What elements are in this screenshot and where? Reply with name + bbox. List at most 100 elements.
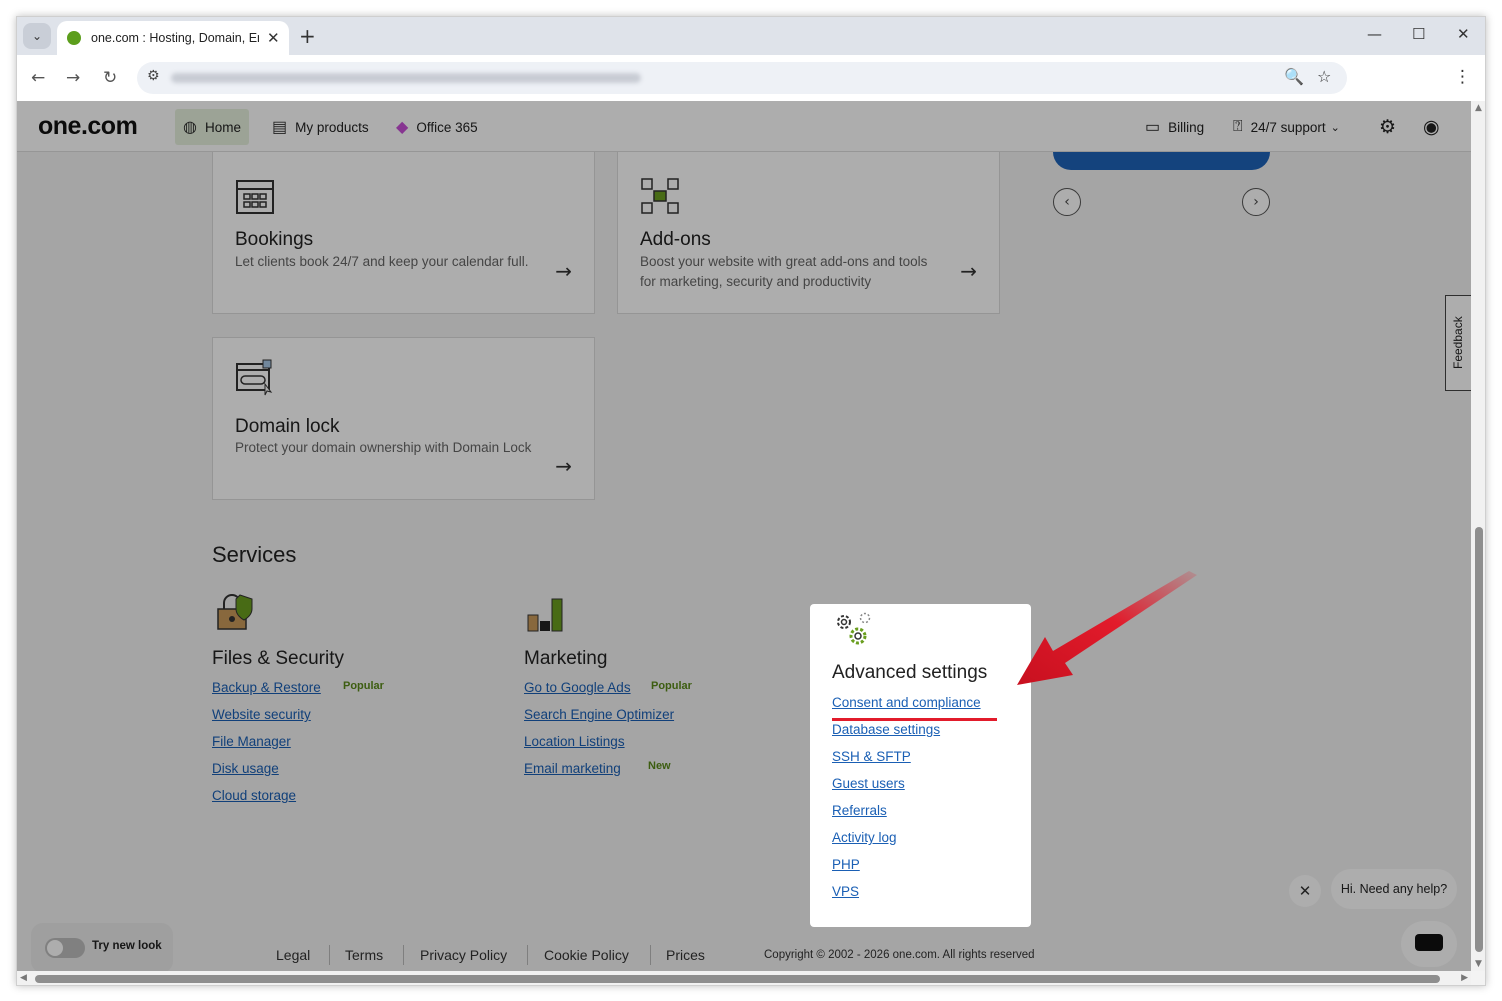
- google-ads-link[interactable]: Go to Google Ads: [524, 680, 631, 695]
- support-menu[interactable]: ⍰ 24/7 support ⌄: [1233, 109, 1340, 145]
- browser-tab[interactable]: one.com : Hosting, Domain, Em ✕: [57, 21, 289, 55]
- popular-badge: Popular: [343, 680, 384, 692]
- file-manager-link[interactable]: File Manager: [212, 734, 291, 749]
- addons-card[interactable]: Add-ons Boost your website with great ad…: [617, 152, 1000, 314]
- nav-my-products[interactable]: ▤ My products: [264, 109, 377, 145]
- close-tab-icon[interactable]: ✕: [267, 29, 280, 47]
- files-security-title: Files & Security: [212, 648, 344, 669]
- domain-lock-card[interactable]: Domain lock Protect your domain ownershi…: [212, 337, 595, 500]
- settings-icon[interactable]: ⚙: [1379, 109, 1396, 145]
- chat-greeting[interactable]: Hi. Need any help?: [1331, 869, 1457, 909]
- vps-link[interactable]: VPS: [832, 884, 859, 899]
- email-marketing-link[interactable]: Email marketing: [524, 761, 621, 776]
- chat-button[interactable]: [1401, 921, 1457, 967]
- ssh-sftp-link[interactable]: SSH & SFTP: [832, 749, 911, 764]
- scroll-up-icon[interactable]: ▲: [1475, 103, 1482, 113]
- tab-strip: ⌄ one.com : Hosting, Domain, Em ✕ + — ☐ …: [17, 17, 1485, 55]
- addons-title: Add-ons: [640, 229, 711, 250]
- chat-bubble-icon: [1415, 934, 1443, 951]
- scroll-down-icon[interactable]: ▼: [1475, 959, 1482, 969]
- scroll-right-icon[interactable]: ▶: [1461, 973, 1468, 983]
- addons-desc: Boost your website with great add-ons an…: [640, 254, 928, 289]
- browser-toolbar: ← → ↻ ⚙ 🔍 ☆ ⋮: [17, 55, 1485, 101]
- cloud-storage-link[interactable]: Cloud storage: [212, 788, 296, 803]
- zoom-icon[interactable]: 🔍: [1284, 67, 1304, 86]
- backup-restore-link[interactable]: Backup & Restore: [212, 680, 321, 695]
- footer-cookie-link[interactable]: Cookie Policy: [544, 947, 629, 963]
- arrow-right-icon: →: [960, 259, 977, 283]
- footer-separator: [403, 945, 404, 965]
- office-icon: ◆: [396, 119, 409, 136]
- new-tab-button[interactable]: +: [299, 24, 316, 48]
- feedback-tab[interactable]: Feedback: [1445, 295, 1471, 391]
- browser-menu-icon[interactable]: ⋮: [1454, 67, 1471, 87]
- back-icon[interactable]: ←: [31, 68, 45, 88]
- reload-icon[interactable]: ↻: [103, 68, 117, 88]
- chat-close-icon[interactable]: ✕: [1289, 875, 1321, 907]
- bookings-title: Bookings: [235, 229, 314, 250]
- footer-prices-link[interactable]: Prices: [666, 947, 705, 963]
- highlight-underline: [832, 718, 997, 721]
- bookmark-star-icon[interactable]: ☆: [1317, 67, 1331, 86]
- activity-log-link[interactable]: Activity log: [832, 830, 897, 845]
- footer-separator: [329, 945, 330, 965]
- services-title: Services: [212, 542, 297, 567]
- seo-link[interactable]: Search Engine Optimizer: [524, 707, 674, 722]
- chevron-down-icon: ⌄: [1330, 121, 1340, 134]
- domain-lock-icon: [235, 358, 275, 402]
- guest-users-link[interactable]: Guest users: [832, 776, 905, 791]
- annotation-arrow-icon: [1007, 571, 1207, 695]
- carousel-prev-button[interactable]: ‹: [1053, 188, 1081, 216]
- close-window-icon[interactable]: ✕: [1457, 25, 1470, 43]
- php-link[interactable]: PHP: [832, 857, 860, 872]
- billing-link[interactable]: ▭ Billing: [1145, 109, 1204, 145]
- carousel-next-button[interactable]: ›: [1242, 188, 1270, 216]
- disk-usage-link[interactable]: Disk usage: [212, 761, 279, 776]
- vertical-scroll-thumb[interactable]: [1475, 527, 1483, 952]
- billing-label: Billing: [1168, 119, 1205, 135]
- bookings-card[interactable]: Bookings Let clients book 24/7 and keep …: [212, 152, 595, 314]
- new-badge: New: [648, 760, 671, 772]
- scroll-left-icon[interactable]: ◀: [20, 973, 27, 983]
- consent-compliance-link[interactable]: Consent and compliance: [832, 695, 981, 710]
- forward-icon[interactable]: →: [66, 68, 80, 88]
- location-listings-link[interactable]: Location Listings: [524, 734, 625, 749]
- domain-lock-title: Domain lock: [235, 416, 340, 437]
- horizontal-scrollbar[interactable]: ◀ ▶: [17, 971, 1471, 985]
- footer-legal-link[interactable]: Legal: [276, 947, 310, 963]
- help-icon: ⍰: [1233, 118, 1243, 135]
- account-icon[interactable]: ◉: [1423, 109, 1440, 145]
- referrals-link[interactable]: Referrals: [832, 803, 887, 818]
- popular-badge: Popular: [651, 680, 692, 692]
- support-label: 24/7 support: [1250, 119, 1326, 135]
- horizontal-scroll-thumb[interactable]: [35, 975, 1440, 983]
- vertical-scrollbar[interactable]: ▲ ▼: [1471, 101, 1485, 971]
- marketing-title: Marketing: [524, 648, 608, 669]
- arrow-right-icon: →: [555, 454, 572, 478]
- browser-window: ⌄ one.com : Hosting, Domain, Em ✕ + — ☐ …: [16, 16, 1486, 986]
- new-look-toggle[interactable]: [45, 938, 85, 958]
- calendar-icon: [235, 177, 275, 219]
- page-viewport: one.com ◍ Home ▤ My products ◆ Office 36…: [17, 101, 1471, 971]
- address-bar[interactable]: ⚙ 🔍 ☆: [137, 62, 1347, 94]
- addons-icon: [640, 177, 680, 219]
- footer-terms-link[interactable]: Terms: [345, 947, 383, 963]
- new-look-toggle-container: Try new look: [31, 923, 173, 971]
- contact-button[interactable]: [1053, 152, 1270, 170]
- website-security-link[interactable]: Website security: [212, 707, 311, 722]
- site-header: one.com ◍ Home ▤ My products ◆ Office 36…: [17, 101, 1471, 152]
- nav-office-365[interactable]: ◆ Office 365: [388, 109, 486, 145]
- maximize-icon[interactable]: ☐: [1412, 25, 1425, 43]
- gears-icon: [834, 610, 874, 652]
- logo[interactable]: one.com: [38, 112, 138, 141]
- new-look-label: Try new look: [92, 940, 162, 952]
- tab-search-button[interactable]: ⌄: [23, 23, 51, 49]
- footer-privacy-link[interactable]: Privacy Policy: [420, 947, 507, 963]
- site-settings-icon[interactable]: ⚙: [147, 68, 160, 84]
- toggle-knob: [47, 940, 63, 956]
- minimize-icon[interactable]: —: [1367, 25, 1382, 43]
- database-settings-link[interactable]: Database settings: [832, 722, 940, 737]
- nav-office-365-label: Office 365: [416, 119, 478, 135]
- nav-my-products-label: My products: [295, 119, 369, 135]
- nav-home[interactable]: ◍ Home: [175, 109, 249, 145]
